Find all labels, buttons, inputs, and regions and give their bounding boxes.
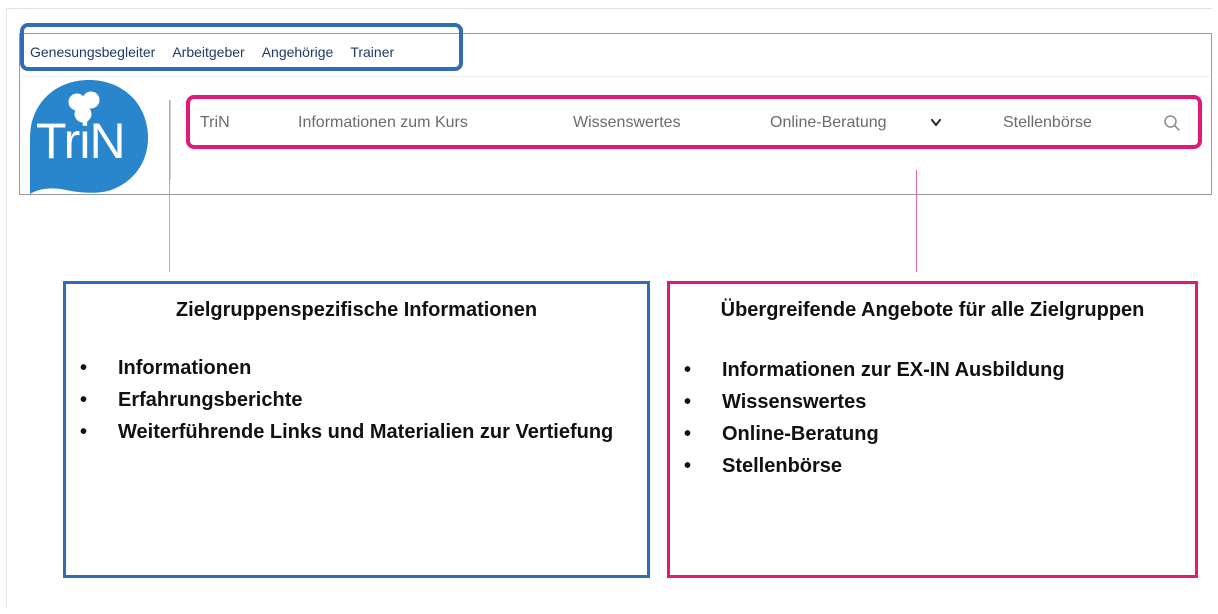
main-nav-highlight (186, 95, 1202, 149)
logo-text: TriN (36, 113, 126, 169)
list-item: Informationen (66, 352, 647, 384)
right-box-list: Informationen zur EX-IN Ausbildung Wisse… (670, 354, 1195, 482)
connector-pink (916, 170, 917, 272)
common-offers-box: Übergreifende Angebote für alle Zielgrup… (667, 281, 1198, 578)
right-box-title: Übergreifende Angebote für alle Zielgrup… (720, 299, 1145, 321)
list-item: Wissenswertes (670, 386, 1195, 418)
list-item: Erfahrungsberichte (66, 384, 647, 416)
audience-links-highlight (20, 23, 463, 71)
connector-blue (169, 100, 170, 272)
trin-logo[interactable]: TriN (30, 80, 148, 194)
left-box-list: Informationen Erfahrungsberichte Weiterf… (66, 352, 647, 448)
frame-top-border (6, 8, 1212, 9)
list-item: Weiterführende Links und Materialien zur… (66, 416, 647, 448)
header-vertical-separator (170, 100, 171, 180)
left-box-title: Zielgruppenspezifische Informationen (175, 299, 538, 321)
list-item: Informationen zur EX-IN Ausbildung (670, 354, 1195, 386)
target-group-info-box: Zielgruppenspezifische Informationen Inf… (63, 281, 650, 578)
frame-left-border (6, 8, 7, 608)
list-item: Stellenbörse (670, 450, 1195, 482)
header-divider (21, 76, 1210, 77)
list-item: Online-Beratung (670, 418, 1195, 450)
